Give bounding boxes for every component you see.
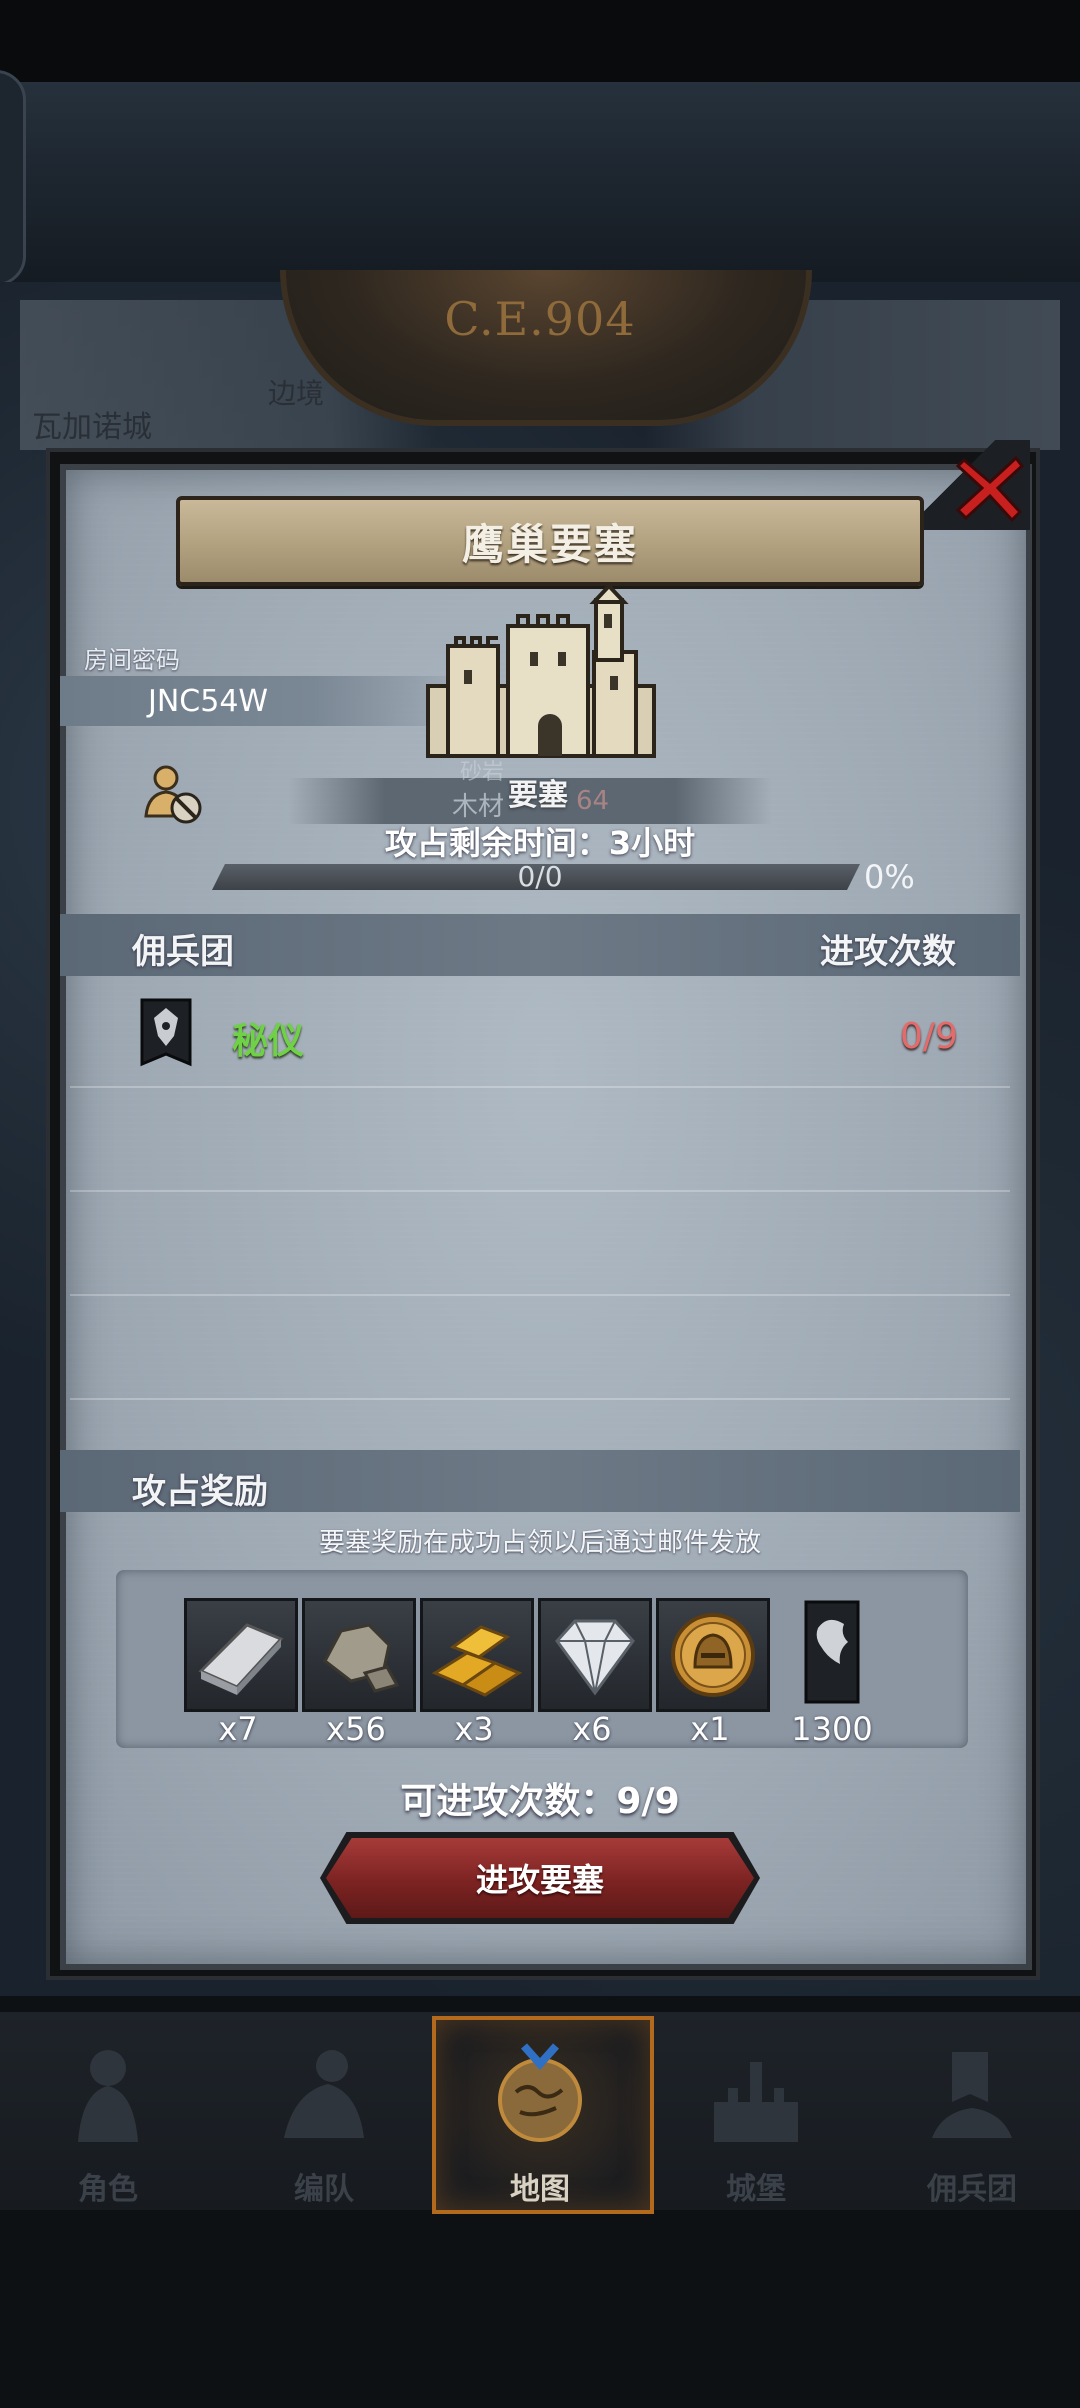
nav-label: 编队	[294, 2172, 354, 2207]
banner-ship-icon	[932, 2052, 1012, 2138]
reward-header-label: 攻占奖励	[132, 1472, 268, 1512]
reward-item-helmet-coin[interactable]	[656, 1598, 770, 1712]
map-globe-icon	[498, 2043, 582, 2142]
reward-item-mercenary[interactable]	[802, 1598, 862, 1706]
reward-item-gold[interactable]	[420, 1598, 534, 1712]
status-bar	[0, 0, 1080, 82]
mercenary-row[interactable]	[60, 990, 1020, 1086]
available-attacks-label: 可进攻次数：9/9	[400, 1781, 680, 1822]
room-code-label: 房间密码	[84, 646, 180, 674]
reward-qty: x3	[454, 1710, 494, 1748]
capture-progress-percent: 0%	[864, 858, 915, 896]
reward-note: 要塞奖励在成功占领以后通过邮件发放	[318, 1528, 761, 1558]
nav-item-map[interactable]: 地图	[432, 2012, 648, 2210]
mercenary-emblem-icon	[140, 998, 192, 1067]
reward-item-stone[interactable]	[302, 1598, 416, 1712]
room-code-field[interactable]: JNC54W	[60, 676, 480, 726]
attack-count-header-label: 进攻次数	[820, 932, 956, 972]
iron-ingot-icon	[198, 1623, 284, 1695]
nav-label: 佣兵团	[927, 2172, 1017, 2207]
nav-item-castle[interactable]: 城堡	[648, 2012, 864, 2210]
castle-icon	[714, 2062, 798, 2142]
knight-icon	[78, 2050, 138, 2142]
row-divider	[70, 1294, 1010, 1296]
nav-label: 城堡	[726, 2172, 786, 2207]
reward-qty: x7	[218, 1710, 258, 1748]
city-label: 瓦加诺城	[32, 410, 152, 445]
reward-qty: x1	[690, 1710, 730, 1748]
nav-label: 角色	[78, 2172, 138, 2207]
fortress-label: 要塞	[508, 778, 568, 813]
row-divider	[70, 1398, 1010, 1400]
title-banner: 鹰巢要塞	[176, 496, 924, 586]
reward-qty: x6	[572, 1710, 612, 1748]
nav-item-mercenary[interactable]: 佣兵团	[864, 2012, 1080, 2210]
reward-item-diamond[interactable]	[538, 1598, 652, 1712]
capture-time-remaining: 攻占剩余时间：3小时	[384, 824, 696, 862]
dialog-title: 鹰巢要塞	[461, 519, 638, 569]
nav-label: 地图	[510, 2172, 570, 2207]
mercenary-attack-count: 0/9	[900, 1016, 958, 1057]
mercenary-header-label: 佣兵团	[132, 932, 234, 972]
ghost-wood-count: 64	[576, 786, 610, 816]
border-label: 边境	[268, 377, 325, 410]
capture-progress-text: 0/0	[517, 860, 563, 893]
fortress-castle-icon	[426, 586, 656, 758]
close-button[interactable]	[950, 448, 1030, 528]
row-divider	[70, 1190, 1010, 1192]
armored-rider-icon	[284, 2050, 364, 2138]
reward-item-iron[interactable]	[184, 1598, 298, 1712]
reward-qty: x56	[326, 1710, 386, 1748]
stone-ore-icon	[323, 1623, 400, 1693]
nav-item-character[interactable]: 角色	[0, 2012, 216, 2210]
attack-button-label: 进攻要塞	[475, 1861, 604, 1899]
close-icon	[955, 455, 1025, 523]
ghost-resource-label: 砂岩	[460, 760, 505, 785]
no-players-icon[interactable]	[138, 760, 210, 832]
attack-fortress-button[interactable]: 进攻要塞	[326, 1838, 754, 1918]
mercenary-name: 秘仪	[232, 1021, 305, 1062]
room-code-value: JNC54W	[148, 683, 269, 719]
era-label: C.E.904	[444, 292, 636, 346]
mercenary-banner-icon	[804, 1600, 860, 1704]
diamond-icon	[555, 1619, 635, 1696]
header-background	[0, 82, 1080, 282]
helmet-coin-icon	[671, 1613, 755, 1697]
nav-item-formation[interactable]: 编队	[216, 2012, 432, 2210]
gold-bars-icon	[431, 1625, 523, 1697]
side-decoration	[0, 70, 26, 286]
reward-qty: 1300	[791, 1710, 873, 1748]
row-divider	[70, 1086, 1010, 1088]
